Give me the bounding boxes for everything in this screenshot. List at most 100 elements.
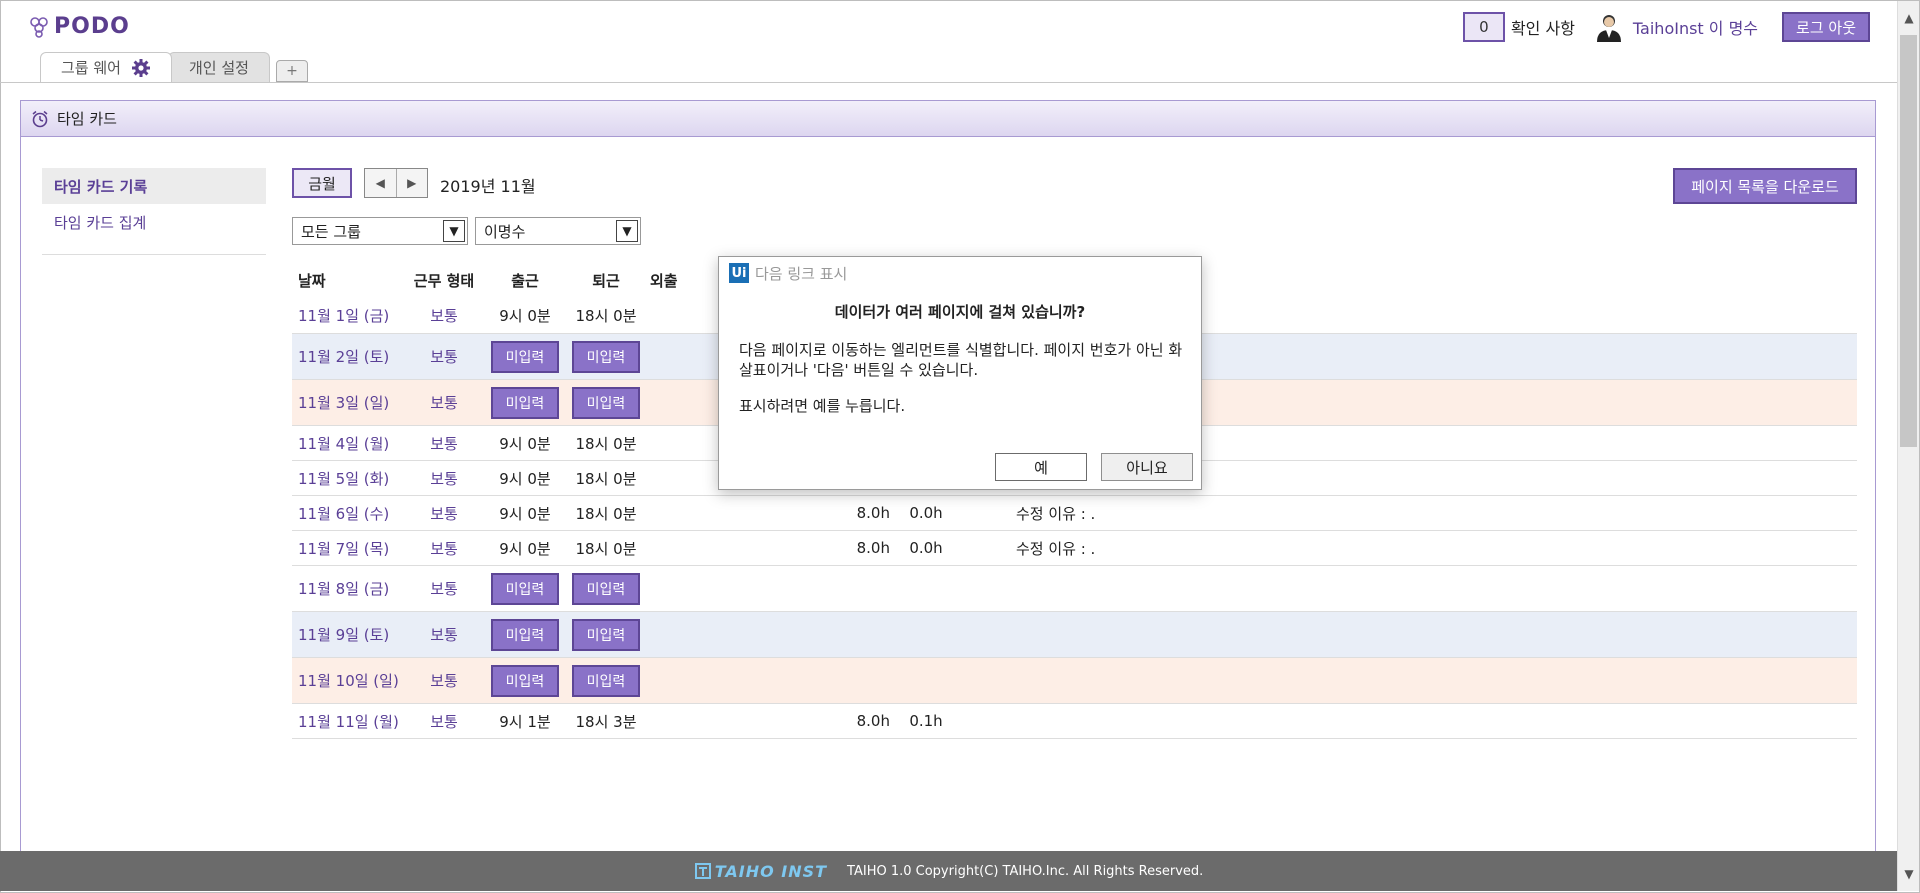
notice-label[interactable]: 확인 사항 (1511, 15, 1575, 39)
work-type-link[interactable]: 보통 (404, 305, 484, 326)
user-select-value: 이명수 (484, 222, 526, 241)
user-select[interactable]: 이명수 ▼ (475, 217, 641, 245)
notice-count-badge[interactable]: 0 (1462, 12, 1505, 42)
current-month-button[interactable]: 금월 (292, 168, 352, 198)
vertical-scrollbar[interactable]: ▲ ▼ (1897, 1, 1919, 891)
clock-in-missing-button[interactable]: 미입력 (491, 572, 559, 605)
sidebar: 타임 카드 기록 타임 카드 집계 (42, 168, 266, 255)
clock-out-cell: 미입력 (566, 340, 646, 373)
date-link[interactable]: 11월 5일 (화) (292, 468, 404, 489)
logout-button[interactable]: 로그 아웃 (1782, 12, 1870, 42)
alarm-clock-icon (32, 110, 48, 127)
clock-in-missing-button[interactable]: 미입력 (491, 340, 559, 373)
work-type-link[interactable]: 보통 (404, 503, 484, 524)
work-type-link[interactable]: 보통 (404, 538, 484, 559)
clock-out-missing-button[interactable]: 미입력 (572, 572, 640, 605)
work-type-link[interactable]: 보통 (404, 433, 484, 454)
scroll-down-icon[interactable]: ▼ (1898, 863, 1920, 885)
clock-in-time: 9시 0분 (499, 504, 551, 523)
col-date: 날짜 (298, 271, 326, 290)
date-link[interactable]: 11월 9일 (토) (292, 624, 404, 645)
col-out: 퇴근 (592, 271, 620, 290)
clock-out-cell: 미입력 (566, 386, 646, 419)
footer-logo-text: TAIHO INST (714, 861, 828, 881)
prev-month-icon[interactable]: ◀ (365, 169, 396, 197)
clock-out-missing-button[interactable]: 미입력 (572, 664, 640, 697)
work-type-link[interactable]: 보통 (404, 468, 484, 489)
clock-in-missing-button[interactable]: 미입력 (491, 386, 559, 419)
work-hours: 8.0h (856, 504, 890, 522)
clock-out-time: 18시 0분 (575, 539, 637, 558)
work-type-link[interactable]: 보통 (404, 346, 484, 367)
user-name-link[interactable]: TaihoInst 이 명수 (1633, 15, 1758, 39)
gear-icon[interactable] (131, 58, 151, 78)
clock-in-time: 9시 1분 (499, 712, 551, 731)
date-link[interactable]: 11월 8일 (금) (292, 578, 404, 599)
date-link[interactable]: 11월 3일 (일) (292, 392, 404, 413)
work-type-link[interactable]: 보통 (404, 578, 484, 599)
work-type-link[interactable]: 보통 (404, 711, 484, 732)
add-tab-icon[interactable]: + (275, 60, 308, 82)
table-row: 11월 7일 (목) 보통 9시 0분 18시 0분 8.0h 0.0h 수정 이유 : . (292, 531, 1857, 566)
taiho-mark-icon (694, 863, 711, 879)
group-select-value: 모든 그룹 (301, 222, 361, 241)
work-type-link[interactable]: 보통 (404, 624, 484, 645)
panel-title: 타임 카드 (57, 110, 117, 128)
clock-in-time: 9시 0분 (499, 307, 551, 325)
clock-in-missing-button[interactable]: 미입력 (491, 664, 559, 697)
podo-logo[interactable]: PODO (28, 14, 130, 39)
clock-out-time: 18시 3분 (575, 712, 637, 731)
clock-out-cell: 미입력 (566, 618, 646, 651)
table-row: 11월 9일 (토) 보통 미입력 미입력 (292, 612, 1857, 658)
scroll-thumb[interactable] (1900, 35, 1917, 447)
taiho-logo: TAIHO INST (694, 861, 828, 881)
clock-in-cell: 미입력 (484, 664, 566, 697)
next-link-dialog: Ui 다음 링크 표시 데이터가 여러 페이지에 걸쳐 있습니까? 다음 페이지… (718, 256, 1202, 490)
clock-out-missing-button[interactable]: 미입력 (572, 618, 640, 651)
work-hours: 8.0h (856, 539, 890, 557)
edit-reason: 수정 이유 : . (1016, 539, 1096, 558)
clock-out-missing-button[interactable]: 미입력 (572, 386, 640, 419)
group-select[interactable]: 모든 그룹 ▼ (292, 217, 468, 245)
table-row: 11월 6일 (수) 보통 9시 0분 18시 0분 8.0h 0.0h 수정 이유 : . (292, 496, 1857, 531)
no-button[interactable]: 아니요 (1101, 453, 1193, 481)
date-link[interactable]: 11월 6일 (수) (292, 503, 404, 524)
sidebar-item-timecard-record[interactable]: 타임 카드 기록 (42, 168, 266, 204)
table-row: 11월 10일 (일) 보통 미입력 미입력 (292, 658, 1857, 704)
date-link[interactable]: 11월 4일 (월) (292, 433, 404, 454)
next-month-icon[interactable]: ▶ (395, 169, 427, 197)
work-type-link[interactable]: 보통 (404, 670, 484, 691)
month-nav: ◀ ▶ (364, 168, 428, 198)
uipath-logo-icon: Ui (729, 263, 749, 283)
tab-personal-settings[interactable]: 개인 설정 (167, 52, 270, 82)
date-link[interactable]: 11월 2일 (토) (292, 346, 404, 367)
tab-divider (0, 82, 1898, 83)
dialog-title: 다음 링크 표시 (755, 264, 848, 283)
tab-groupware[interactable]: 그룹 웨어 (40, 52, 172, 82)
clock-in-cell: 미입력 (484, 572, 566, 605)
scroll-up-icon[interactable]: ▲ (1898, 7, 1920, 29)
download-page-list-button[interactable]: 페이지 목록을 다운로드 (1673, 168, 1857, 204)
date-link[interactable]: 11월 1일 (금) (292, 305, 404, 326)
clock-in-time: 9시 0분 (499, 469, 551, 488)
logo-text: PODO (54, 14, 130, 39)
clock-out-time: 18시 0분 (575, 434, 637, 453)
clock-in-missing-button[interactable]: 미입력 (491, 618, 559, 651)
clock-out-cell: 미입력 (566, 572, 646, 605)
clock-out-time: 18시 0분 (575, 504, 637, 523)
yes-button[interactable]: 예 (995, 453, 1087, 481)
work-type-link[interactable]: 보통 (404, 392, 484, 413)
main-tabs: 그룹 웨어 개인 설정 + (40, 52, 308, 82)
chevron-down-icon: ▼ (616, 220, 638, 242)
footer: TAIHO INST TAIHO 1.0 Copyright(C) TAIHO.… (0, 851, 1898, 891)
chevron-down-icon: ▼ (443, 220, 465, 242)
date-link[interactable]: 11월 11일 (월) (292, 711, 404, 732)
date-link[interactable]: 11월 10일 (일) (292, 670, 404, 691)
clock-out-missing-button[interactable]: 미입력 (572, 340, 640, 373)
overtime-hours: 0.1h (909, 712, 943, 730)
sidebar-item-timecard-summary[interactable]: 타임 카드 집계 (42, 204, 266, 240)
clock-out-time: 18시 0분 (575, 469, 637, 488)
overtime-hours: 0.0h (909, 504, 943, 522)
tab-label: 그룹 웨어 (61, 59, 121, 77)
date-link[interactable]: 11월 7일 (목) (292, 538, 404, 559)
